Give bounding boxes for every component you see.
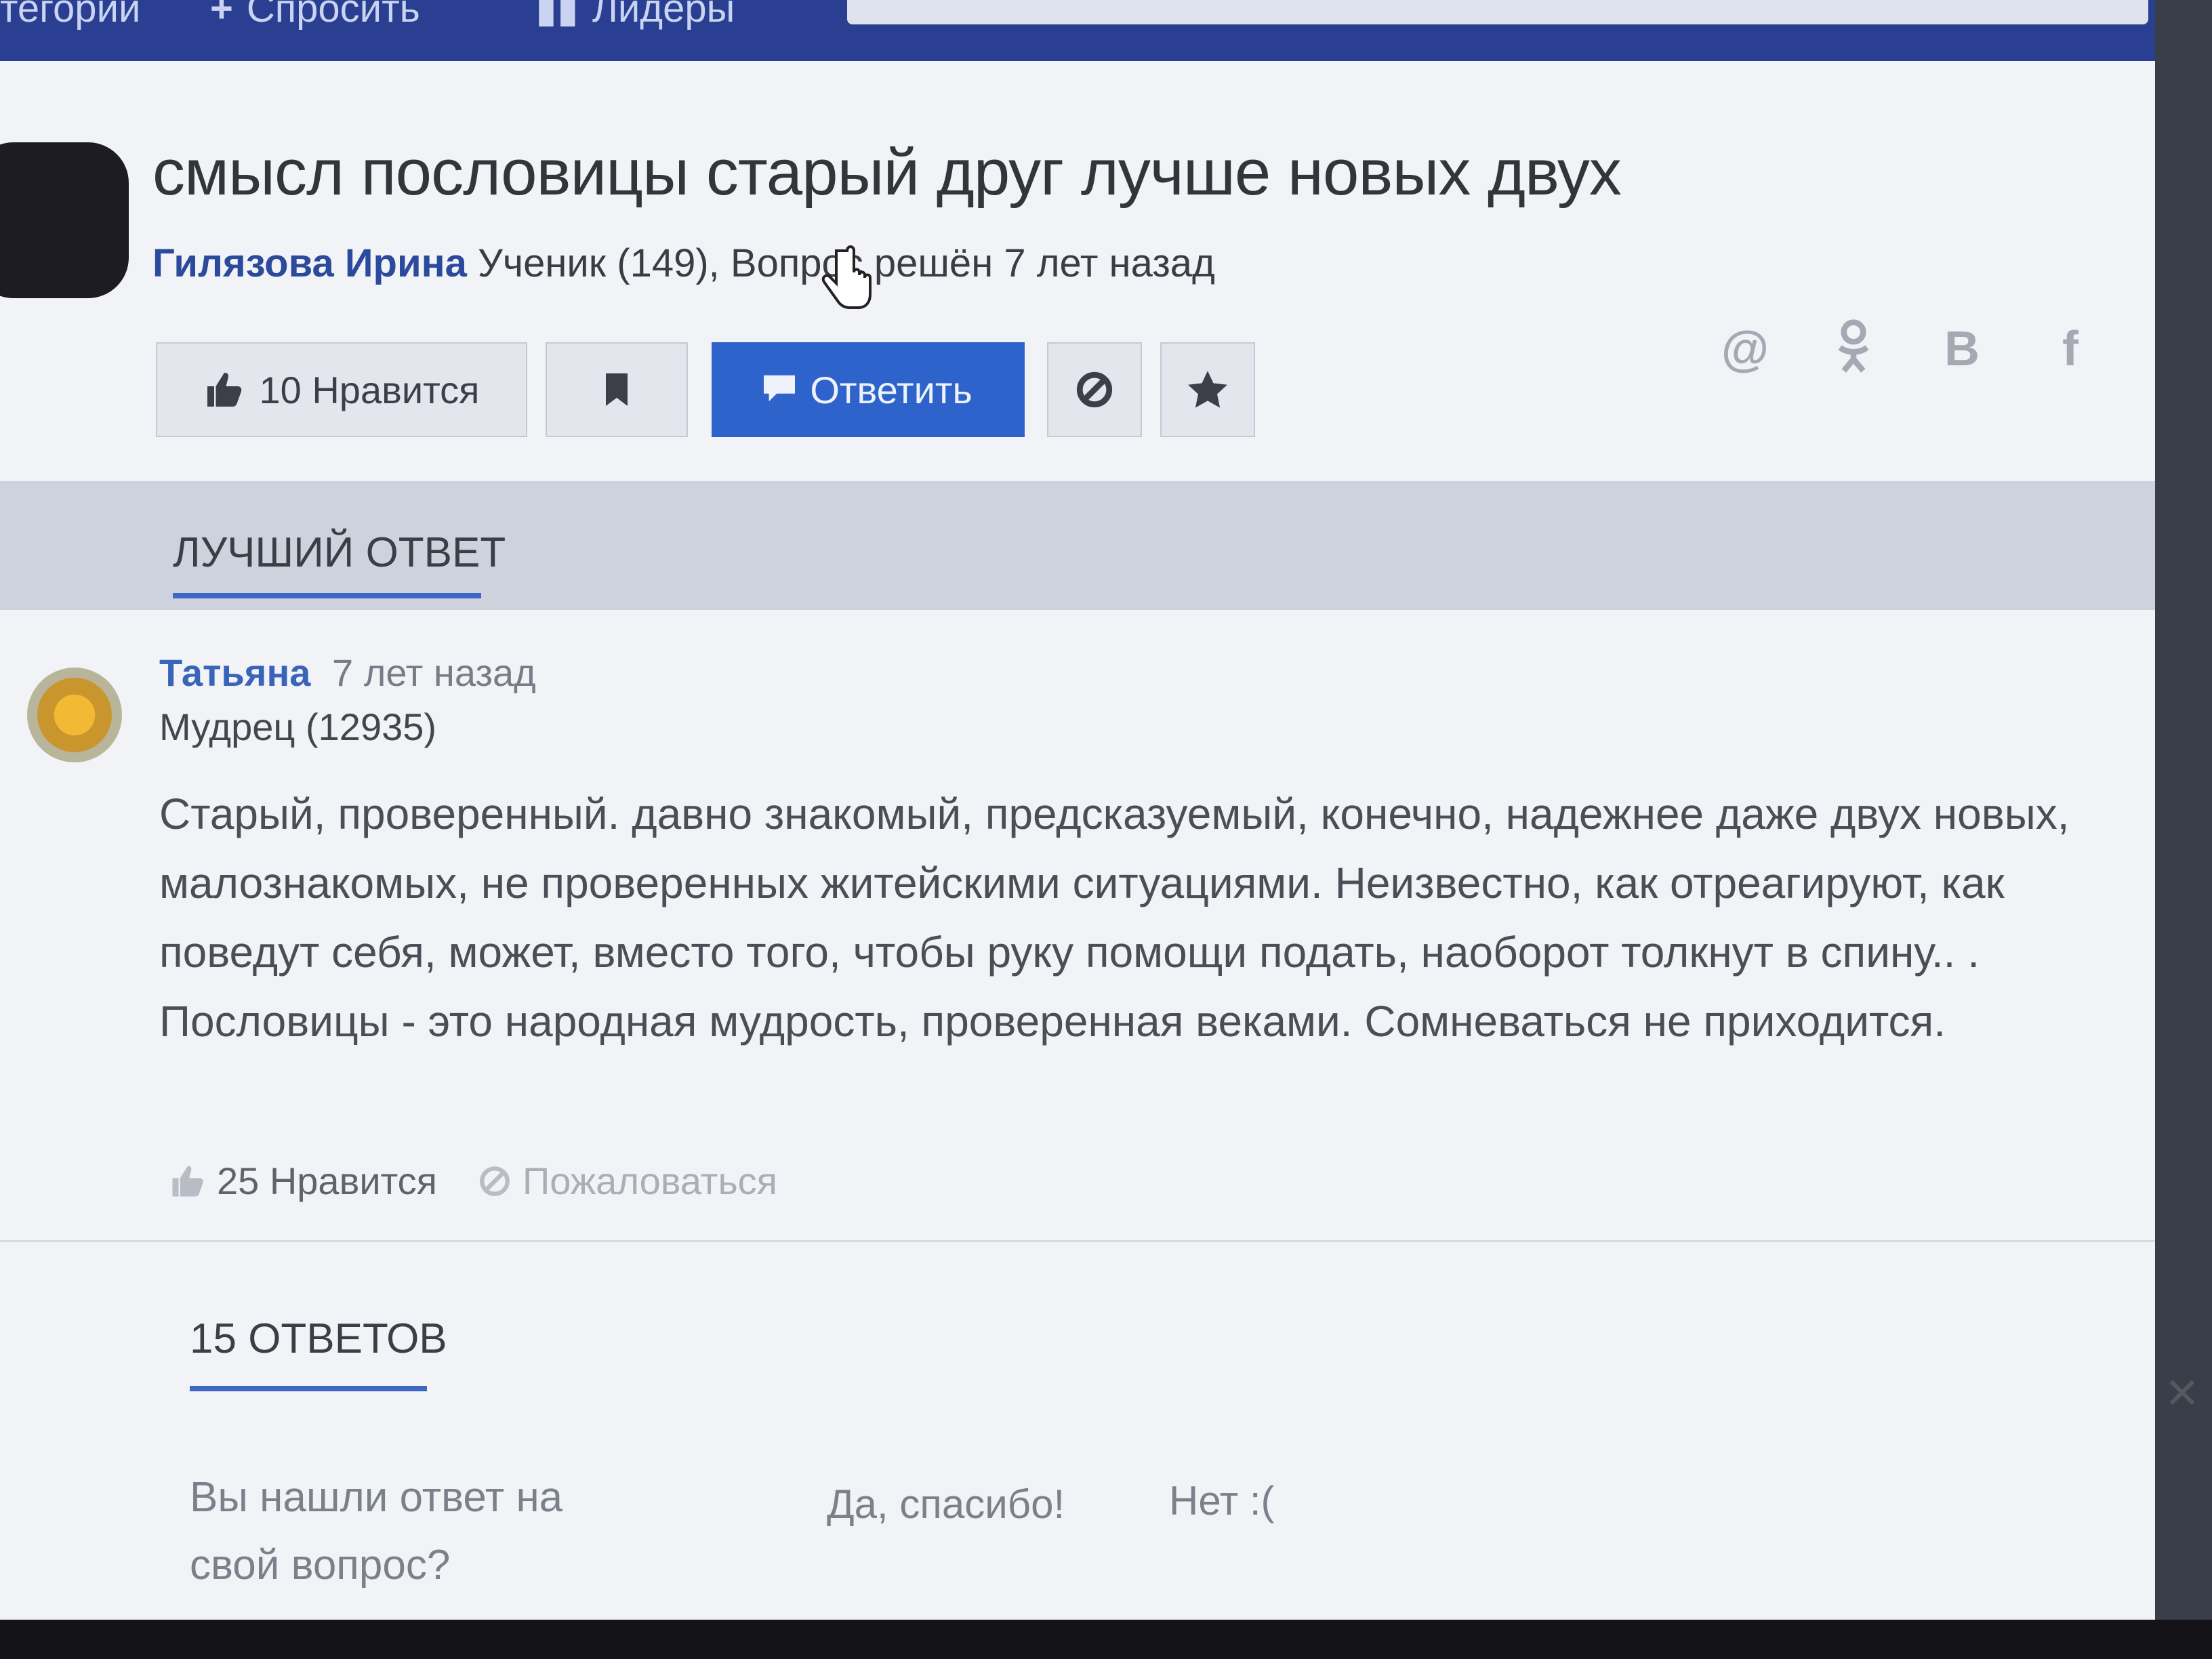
- answer-actions: 25 Нравится Пожаловаться: [169, 1159, 777, 1203]
- best-answer-underline: [173, 593, 481, 598]
- ban-icon: [1076, 371, 1113, 408]
- comment-icon: [764, 375, 796, 402]
- report-button[interactable]: Пожаловаться: [478, 1159, 777, 1203]
- answer-like-button[interactable]: 25 Нравится: [169, 1159, 437, 1203]
- odnoklassniki-icon[interactable]: [1823, 319, 1884, 380]
- vk-icon[interactable]: B: [1931, 319, 1992, 380]
- reply-button[interactable]: Ответить: [712, 342, 1025, 437]
- nav-leaders[interactable]: ▮▮ Лидеры: [535, 0, 735, 33]
- plus-icon: +: [210, 0, 233, 30]
- nav-ask[interactable]: + Спросить: [210, 0, 420, 33]
- favorite-button[interactable]: [1160, 342, 1255, 437]
- nav-leaders-label: Лидеры: [592, 0, 735, 30]
- answer-author-avatar[interactable]: [27, 668, 122, 762]
- block-button[interactable]: [1047, 342, 1142, 437]
- report-label: Пожаловаться: [522, 1160, 777, 1202]
- nav-ask-label: Спросить: [246, 0, 420, 30]
- odnoklassniki-glyph: [1838, 319, 1869, 373]
- thumbs-up-icon: [207, 373, 241, 407]
- question-title: смысл пословицы старый друг лучше новых …: [152, 136, 1622, 209]
- answer-author-link[interactable]: Татьяна: [159, 651, 310, 694]
- bookmark-icon: [606, 373, 628, 406]
- section-divider: [0, 1240, 2155, 1242]
- like-question-button[interactable]: 10 Нравится: [156, 342, 527, 437]
- feedback-no-button[interactable]: Нет :(: [1169, 1477, 1275, 1524]
- screen-bezel: [0, 1620, 2212, 1659]
- reply-label: Ответить: [810, 368, 972, 411]
- thumbs-up-icon: [172, 1166, 203, 1196]
- best-answer-tab[interactable]: ЛУЧШИЙ ОТВЕТ: [173, 529, 506, 577]
- at-icon[interactable]: @: [1715, 319, 1776, 380]
- answers-underline: [190, 1386, 427, 1391]
- answer-author-rank: Мудрец (12935): [159, 705, 437, 748]
- answer-like-label: 25 Нравится: [217, 1160, 437, 1202]
- nav-categories[interactable]: тегории: [0, 0, 140, 33]
- bookmark-button[interactable]: [546, 342, 688, 437]
- facebook-icon[interactable]: f: [2040, 319, 2101, 380]
- ban-icon: [480, 1166, 510, 1196]
- star-icon: [1188, 371, 1227, 408]
- like-question-label: 10 Нравится: [259, 368, 480, 411]
- header-strip: [847, 0, 2148, 24]
- close-icon[interactable]: ×: [2155, 1365, 2209, 1420]
- question-author-avatar[interactable]: [0, 142, 129, 298]
- feedback-question: Вы нашли ответ на свой вопрос?: [190, 1464, 610, 1599]
- hand-cursor-icon: [821, 245, 872, 309]
- answer-author-line: Татьяна 7 лет назад: [159, 651, 536, 695]
- chart-icon: ▮▮: [535, 0, 579, 30]
- question-author-link[interactable]: Гилязова Ирина: [152, 241, 467, 285]
- best-answer-text: Старый, проверенный. давно знакомый, пре…: [159, 790, 2070, 1046]
- answer-time: 7 лет назад: [332, 651, 536, 694]
- answers-tab[interactable]: 15 ОТВЕТОВ: [190, 1315, 447, 1363]
- feedback-question-text: Вы нашли ответ на свой вопрос?: [190, 1474, 563, 1589]
- question-meta: Гилязова Ирина Ученик (149), Вопрос решё…: [152, 241, 1215, 286]
- feedback-yes-button[interactable]: Да, спасибо!: [827, 1481, 1065, 1528]
